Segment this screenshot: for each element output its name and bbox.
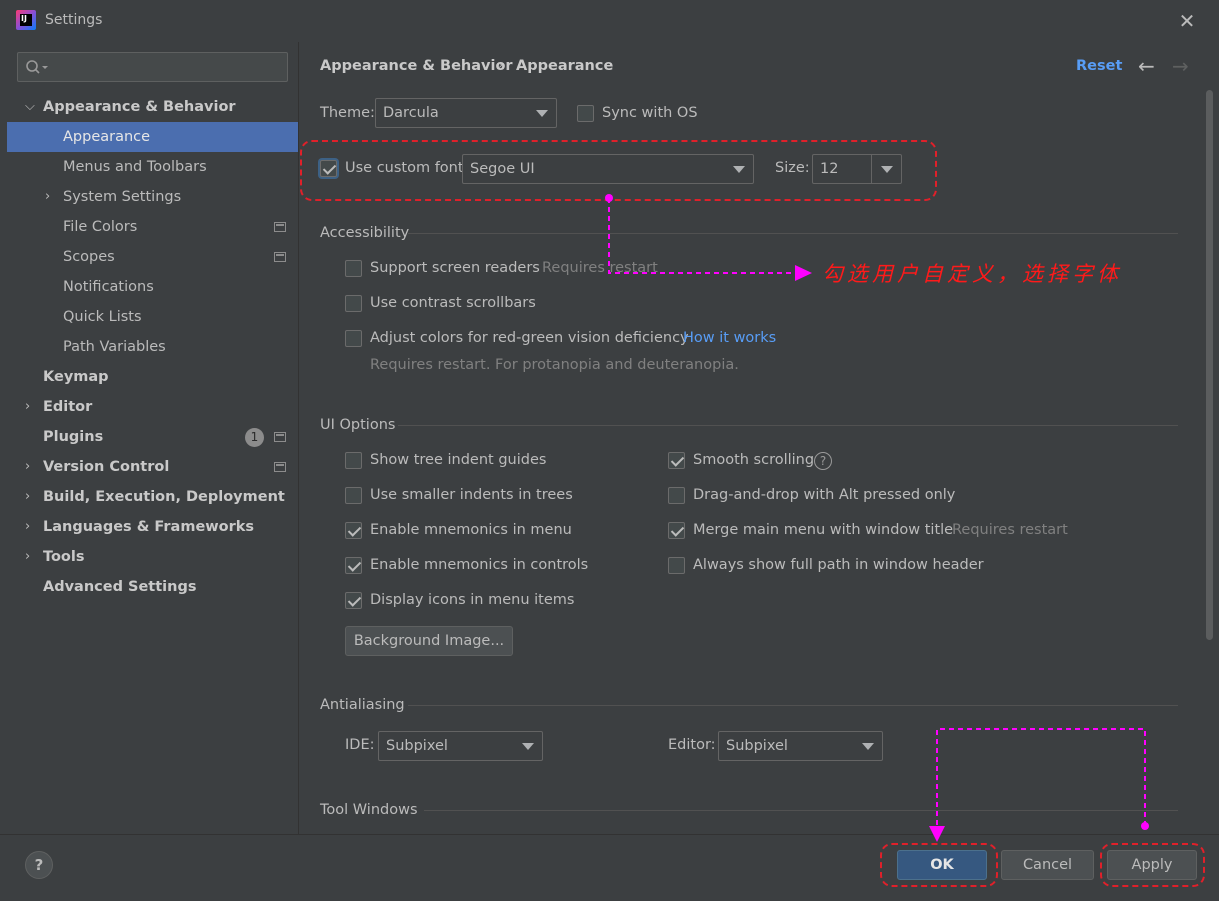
- annotation-arrow-head: [929, 826, 945, 842]
- annotation-arrow-start-dot: [1141, 822, 1149, 830]
- annotation-arrows: [605, 194, 1149, 842]
- annotation-arrow-head: [795, 265, 812, 281]
- annotation-arrow-start-dot: [605, 194, 613, 202]
- annotation-arrow-apply-to-ok: [936, 728, 1146, 830]
- annotation-arrow-font: [608, 198, 795, 274]
